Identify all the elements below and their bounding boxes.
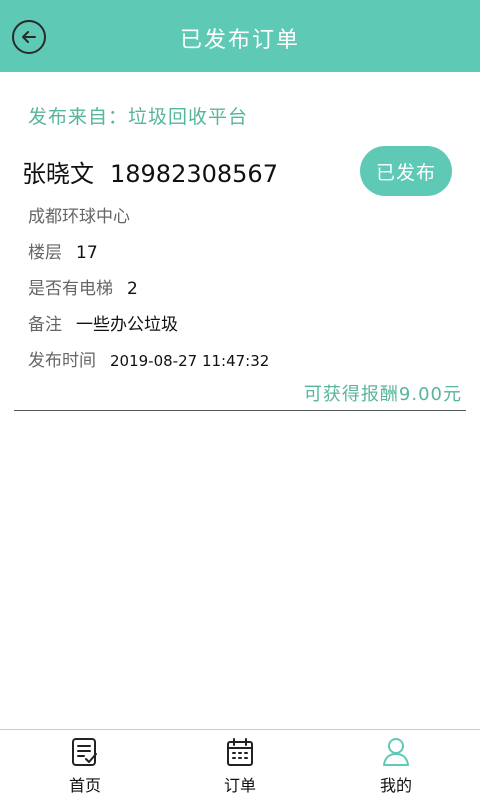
time-value: 2019-08-27 11:47:32 bbox=[110, 352, 270, 370]
tab-orders[interactable]: 订单 bbox=[200, 736, 280, 796]
tab-orders-label: 订单 bbox=[223, 776, 256, 795]
calendar-icon bbox=[227, 738, 253, 766]
floor-row: 楼层 17 bbox=[28, 238, 98, 263]
floor-label: 楼层 bbox=[28, 243, 62, 263]
address-text: 成都环球中心 bbox=[28, 207, 130, 227]
order-card: 发布来自：垃圾回收平台 张晓文 18982308567 已发布 成都环球中心 楼层… bbox=[14, 94, 466, 411]
address-row: 成都环球中心 bbox=[28, 202, 144, 227]
note-row: 备注 一些办公垃圾 bbox=[28, 310, 178, 335]
contact-line: 张晓文 18982308567 bbox=[22, 154, 278, 189]
elevator-label: 是否有电梯 bbox=[28, 279, 113, 299]
note-value: 一些办公垃圾 bbox=[76, 315, 178, 335]
note-label: 备注 bbox=[28, 315, 62, 335]
page-title: 已发布订单 bbox=[179, 28, 300, 53]
elevator-value: 2 bbox=[127, 279, 138, 299]
user-icon bbox=[383, 738, 409, 766]
order-source: 发布来自：垃圾回收平台 bbox=[28, 106, 249, 128]
floor-value: 17 bbox=[76, 243, 98, 263]
elevator-row: 是否有电梯 2 bbox=[28, 274, 138, 299]
top-bar: 已发布订单 bbox=[0, 0, 480, 72]
tab-home[interactable]: 首页 bbox=[45, 736, 125, 796]
time-label: 发布时间 bbox=[28, 351, 96, 371]
tab-mine[interactable]: 我的 bbox=[356, 736, 436, 796]
time-row: 发布时间 2019-08-27 11:47:32 bbox=[28, 346, 269, 371]
tab-mine-label: 我的 bbox=[379, 776, 412, 795]
contact-name: 张晓文 bbox=[22, 160, 94, 188]
bottom-tab-bar: 首页 订单 我的 bbox=[0, 729, 480, 800]
reward-text: 可获得报酬9.00元 bbox=[303, 384, 462, 405]
document-icon bbox=[72, 738, 97, 766]
status-button[interactable]: 已发布 bbox=[360, 146, 452, 196]
tab-home-label: 首页 bbox=[68, 776, 101, 795]
contact-phone: 18982308567 bbox=[110, 160, 278, 188]
